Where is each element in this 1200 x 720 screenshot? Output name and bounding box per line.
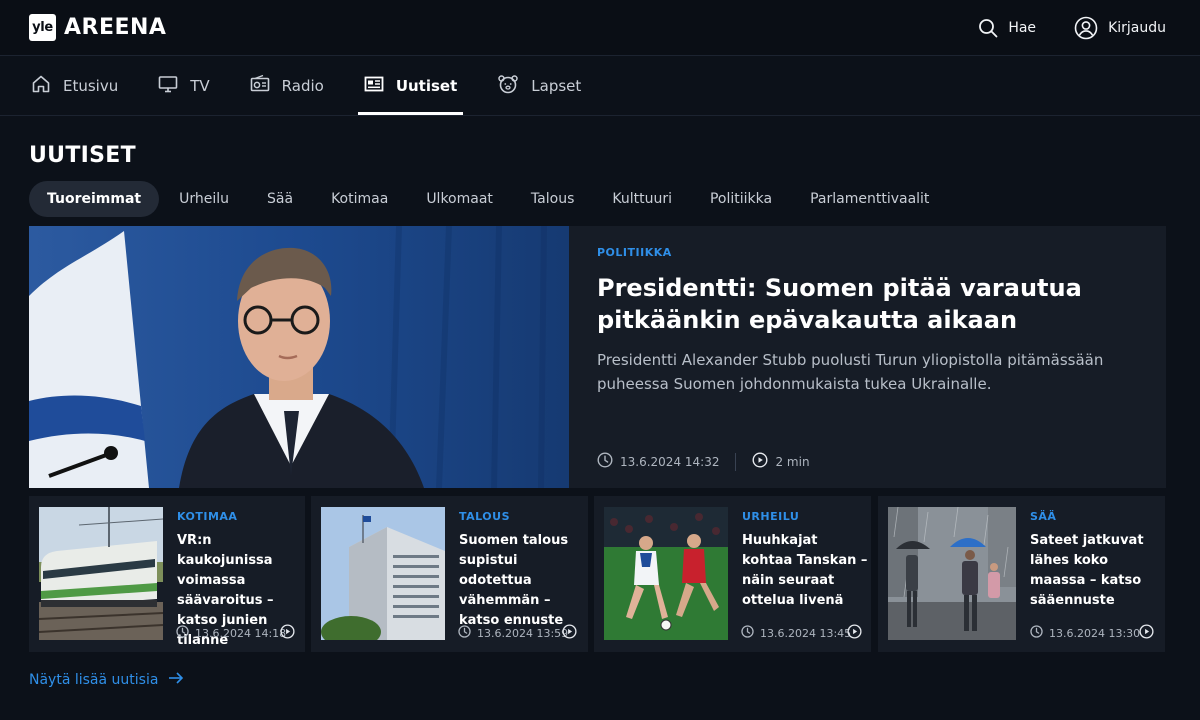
card-category: KOTIMAA xyxy=(177,510,238,523)
card-timestamp: 13.6.2024 13:45 xyxy=(760,626,852,640)
clock-icon xyxy=(458,625,471,641)
card-meta: 13.6.2024 14:18 xyxy=(176,625,286,641)
more-link-label: Näytä lisää uutisia xyxy=(29,672,159,688)
kids-icon xyxy=(497,74,519,98)
chip-kotimaa[interactable]: Kotimaa xyxy=(313,181,406,217)
card-category: URHEILU xyxy=(742,510,800,523)
hero-title[interactable]: Presidentti: Suomen pitää varautua pitkä… xyxy=(597,272,1137,336)
nav-label: Lapset xyxy=(531,77,582,95)
news-icon xyxy=(364,74,384,98)
play-icon[interactable] xyxy=(847,624,862,643)
hero-play-button[interactable]: 2 min xyxy=(752,452,810,471)
card-image-rain xyxy=(888,507,1016,640)
category-chips: Tuoreimmat Urheilu Sää Kotimaa Ulkomaat … xyxy=(29,181,949,217)
search-icon xyxy=(978,18,998,38)
main-navigation: Etusivu TV Radio Uutiset Lapset xyxy=(0,57,1200,116)
hero-description: Presidentti Alexander Stubb puolusti Tur… xyxy=(597,351,1104,393)
nav-item-etusivu[interactable]: Etusivu xyxy=(29,57,120,115)
card-image-football xyxy=(604,507,728,640)
show-more-news-link[interactable]: Näytä lisää uutisia xyxy=(29,671,184,689)
nav-label: Uutiset xyxy=(395,77,458,95)
chip-urheilu[interactable]: Urheilu xyxy=(161,181,247,217)
card-title[interactable]: Sateet jatkuvat lähes koko maassa – kats… xyxy=(1030,531,1156,611)
nav-label: TV xyxy=(190,77,210,95)
chip-parlamenttivaalit[interactable]: Parlamenttivaalit xyxy=(792,181,947,217)
clock-icon xyxy=(741,625,754,641)
nav-item-uutiset[interactable]: Uutiset xyxy=(357,57,464,115)
play-icon[interactable] xyxy=(562,624,577,643)
hero-meta: 13.6.2024 14:32 2 min xyxy=(597,452,810,471)
section-title: UUTISET xyxy=(29,143,136,168)
card-meta: 13.6.2024 13:30 xyxy=(1030,625,1140,641)
login-label: Kirjaudu xyxy=(1108,20,1166,36)
chip-kulttuuri[interactable]: Kulttuuri xyxy=(594,181,690,217)
hero-duration: 2 min xyxy=(775,454,810,469)
hero-image xyxy=(29,226,569,488)
card-title[interactable]: Huuhkajat kohtaa Tanskan – näin seuraat … xyxy=(742,531,868,611)
card-image-building xyxy=(321,507,445,640)
card-title[interactable]: Suomen talous supistui odotettua vähemmä… xyxy=(459,531,585,631)
hero-category: POLITIIKKA xyxy=(597,246,672,259)
card-category: TALOUS xyxy=(459,510,510,523)
top-bar: yle AREENA Hae Kirjaudu xyxy=(0,0,1200,56)
card-meta: 13.6.2024 13:59 xyxy=(458,625,568,641)
nav-label: Etusivu xyxy=(63,77,119,95)
card-category: SÄÄ xyxy=(1030,510,1057,523)
radio-icon xyxy=(250,74,270,98)
clock-icon xyxy=(176,625,189,641)
nav-item-lapset[interactable]: Lapset xyxy=(495,57,583,115)
card-timestamp: 13.6.2024 13:59 xyxy=(477,626,569,640)
login-button[interactable]: Kirjaudu xyxy=(1074,16,1166,40)
search-button[interactable]: Hae xyxy=(978,18,1036,38)
user-icon xyxy=(1074,16,1098,40)
news-card[interactable]: URHEILU Huuhkajat kohtaa Tanskan – näin … xyxy=(594,496,871,652)
arrow-right-icon xyxy=(168,671,184,689)
home-icon xyxy=(31,74,51,98)
yle-logo-badge: yle xyxy=(29,14,56,41)
chip-politiikka[interactable]: Politiikka xyxy=(692,181,790,217)
hero-timestamp: 13.6.2024 14:32 xyxy=(620,454,720,469)
meta-divider xyxy=(735,452,737,471)
clock-icon xyxy=(597,452,613,471)
news-card[interactable]: TALOUS Suomen talous supistui odotettua … xyxy=(311,496,588,652)
card-meta: 13.6.2024 13:45 xyxy=(741,625,851,641)
clock-icon xyxy=(1030,625,1043,641)
play-icon[interactable] xyxy=(1139,624,1154,643)
card-timestamp: 13.6.2024 13:30 xyxy=(1049,626,1141,640)
logo-text: AREENA xyxy=(64,15,167,40)
chip-ulkomaat[interactable]: Ulkomaat xyxy=(408,181,511,217)
search-label: Hae xyxy=(1008,20,1037,36)
card-image-train xyxy=(39,507,163,640)
news-card[interactable]: SÄÄ Sateet jatkuvat lähes koko maassa – … xyxy=(878,496,1165,652)
chip-saa[interactable]: Sää xyxy=(249,181,311,217)
nav-item-tv[interactable]: TV xyxy=(156,57,211,115)
chip-tuoreimmat[interactable]: Tuoreimmat xyxy=(29,181,160,217)
chip-talous[interactable]: Talous xyxy=(513,181,592,217)
areena-logo[interactable]: yle AREENA xyxy=(29,14,166,41)
tv-icon xyxy=(158,74,178,98)
play-icon xyxy=(752,452,768,471)
play-icon[interactable] xyxy=(280,624,295,643)
card-timestamp: 13.6.2024 14:18 xyxy=(195,626,287,640)
nav-item-radio[interactable]: Radio xyxy=(248,57,326,115)
hero-article[interactable]: POLITIIKKA Presidentti: Suomen pitää var… xyxy=(29,226,1166,488)
nav-label: Radio xyxy=(281,77,324,95)
news-card[interactable]: KOTIMAA VR:n kaukojunissa voimassa sääva… xyxy=(29,496,305,652)
